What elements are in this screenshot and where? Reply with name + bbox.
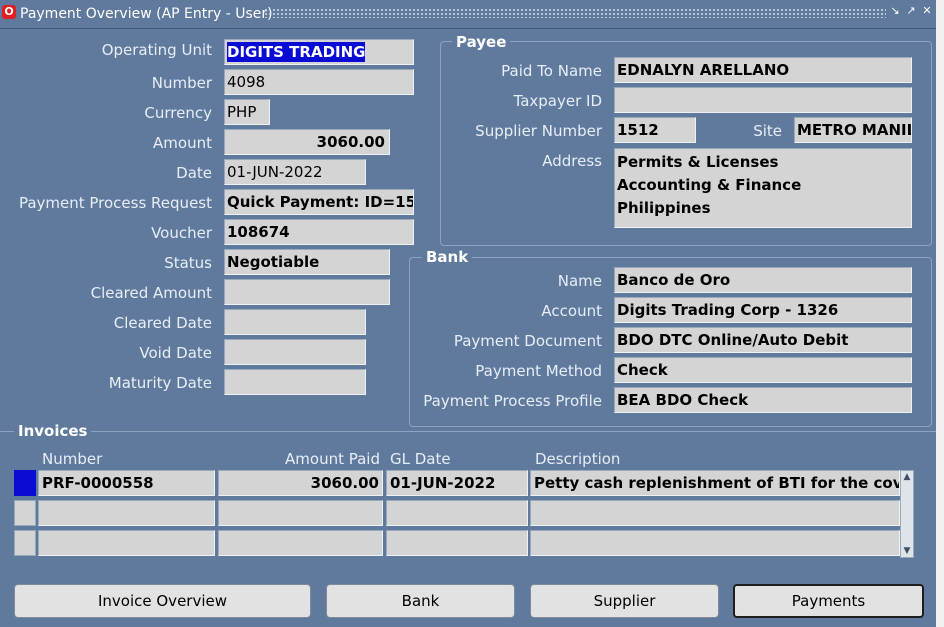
description-cell[interactable] [530, 530, 900, 556]
invoices-title: Invoices [14, 422, 92, 440]
supplier-number-label: Supplier Number [475, 122, 602, 140]
voucher-label: Voucher [151, 224, 212, 242]
void-date-label: Void Date [139, 344, 212, 362]
paid-to-name-field[interactable]: EDNALYN ARELLANO [614, 57, 912, 83]
supplier-button[interactable]: Supplier [530, 584, 719, 618]
payment-process-request-field[interactable]: Quick Payment: ID=1538 [224, 189, 414, 215]
payment-document-label: Payment Document [453, 332, 602, 350]
address-line: Permits & Licenses [617, 153, 779, 171]
cleared-date-field[interactable] [224, 309, 366, 335]
payment-method-label: Payment Method [475, 362, 602, 380]
maximize-icon[interactable]: ↗ [904, 4, 918, 18]
title-drag-area [264, 8, 886, 18]
col-header-description: Description [535, 450, 621, 468]
amount-paid-cell[interactable] [218, 530, 383, 556]
amount-paid-cell[interactable]: 3060.00 [218, 470, 383, 496]
address-line: Accounting & Finance [617, 176, 802, 194]
cleared-date-label: Cleared Date [113, 314, 212, 332]
payment-overview-window: O Payment Overview (AP Entry - User) ↘ ↗… [0, 0, 936, 627]
close-icon[interactable]: ✕ [920, 4, 934, 18]
invoices-vertical-scrollbar[interactable]: ▲ ▼ [900, 470, 914, 558]
payment-process-request-label: Payment Process Request [18, 194, 212, 212]
cleared-amount-field[interactable] [224, 279, 390, 305]
row-selector[interactable] [14, 530, 36, 556]
gl-date-cell[interactable]: 01-JUN-2022 [386, 470, 528, 496]
invoice-overview-button[interactable]: Invoice Overview [14, 584, 311, 618]
address-line: Philippines [617, 199, 711, 217]
col-header-number: Number [42, 450, 103, 468]
oracle-icon: O [2, 5, 16, 19]
amount-paid-cell[interactable] [218, 500, 383, 526]
void-date-field[interactable] [224, 339, 366, 365]
bank-button[interactable]: Bank [326, 584, 515, 618]
col-header-gl-date: GL Date [390, 450, 451, 468]
window-title: Payment Overview (AP Entry - User) [20, 6, 273, 22]
operating-unit-field[interactable]: DIGITS TRADING [224, 39, 414, 65]
maturity-date-label: Maturity Date [108, 374, 212, 392]
gl-date-cell[interactable] [386, 500, 528, 526]
payment-method-field[interactable]: Check [614, 357, 912, 383]
paid-to-name-label: Paid To Name [501, 62, 602, 80]
description-cell[interactable] [530, 500, 900, 526]
gl-date-cell[interactable] [386, 530, 528, 556]
description-cell[interactable]: Petty cash replenishment of BTI for the … [530, 470, 900, 496]
amount-field[interactable]: 3060.00 [224, 129, 390, 155]
payments-button[interactable]: Payments [733, 584, 924, 618]
payment-document-field[interactable]: BDO DTC Online/Auto Debit [614, 327, 912, 353]
bank-group-title: Bank [422, 248, 473, 266]
scroll-down-icon[interactable]: ▼ [901, 545, 913, 557]
amount-label: Amount [153, 134, 212, 152]
operating-unit-label: Operating Unit [101, 41, 212, 59]
date-field[interactable]: 01-JUN-2022 [224, 159, 366, 185]
row-selector[interactable] [14, 470, 36, 496]
restore-icon[interactable]: ↘ [888, 4, 902, 18]
invoice-number-cell[interactable] [38, 500, 215, 526]
bank-account-field[interactable]: Digits Trading Corp - 1326 [614, 297, 912, 323]
invoices-divider [0, 431, 936, 432]
payment-process-profile-label: Payment Process Profile [423, 392, 602, 410]
invoice-number-cell[interactable] [38, 530, 215, 556]
invoice-number-cell[interactable]: PRF-0000558 [38, 470, 215, 496]
currency-label: Currency [144, 104, 212, 122]
number-label: Number [151, 74, 212, 92]
maturity-date-field[interactable] [224, 369, 366, 395]
address-label: Address [542, 152, 602, 170]
bank-name-label: Name [557, 272, 602, 290]
number-field[interactable]: 4098 [224, 69, 414, 95]
background-window-edge [936, 0, 944, 627]
bank-account-label: Account [541, 302, 602, 320]
date-label: Date [176, 164, 212, 182]
col-header-amount-paid: Amount Paid [285, 450, 380, 468]
voucher-field[interactable]: 108674 [224, 219, 414, 245]
payee-group-title: Payee [452, 33, 511, 51]
taxpayer-id-field[interactable] [614, 87, 912, 113]
bank-name-field[interactable]: Banco de Oro [614, 267, 912, 293]
site-field[interactable]: METRO MANIL [794, 117, 912, 143]
title-bar[interactable]: O Payment Overview (AP Entry - User) ↘ ↗… [0, 0, 936, 29]
payment-process-profile-field[interactable]: BEA BDO Check [614, 387, 912, 413]
cleared-amount-label: Cleared Amount [90, 284, 212, 302]
supplier-number-field[interactable]: 1512 [614, 117, 696, 143]
status-label: Status [164, 254, 212, 272]
status-field[interactable]: Negotiable [224, 249, 390, 275]
address-field[interactable]: Permits & Licenses Accounting & Finance … [614, 148, 912, 228]
scroll-up-icon[interactable]: ▲ [901, 471, 913, 483]
site-label: Site [753, 122, 782, 140]
currency-field[interactable]: PHP [224, 99, 270, 125]
taxpayer-id-label: Taxpayer ID [513, 92, 602, 110]
row-selector[interactable] [14, 500, 36, 526]
